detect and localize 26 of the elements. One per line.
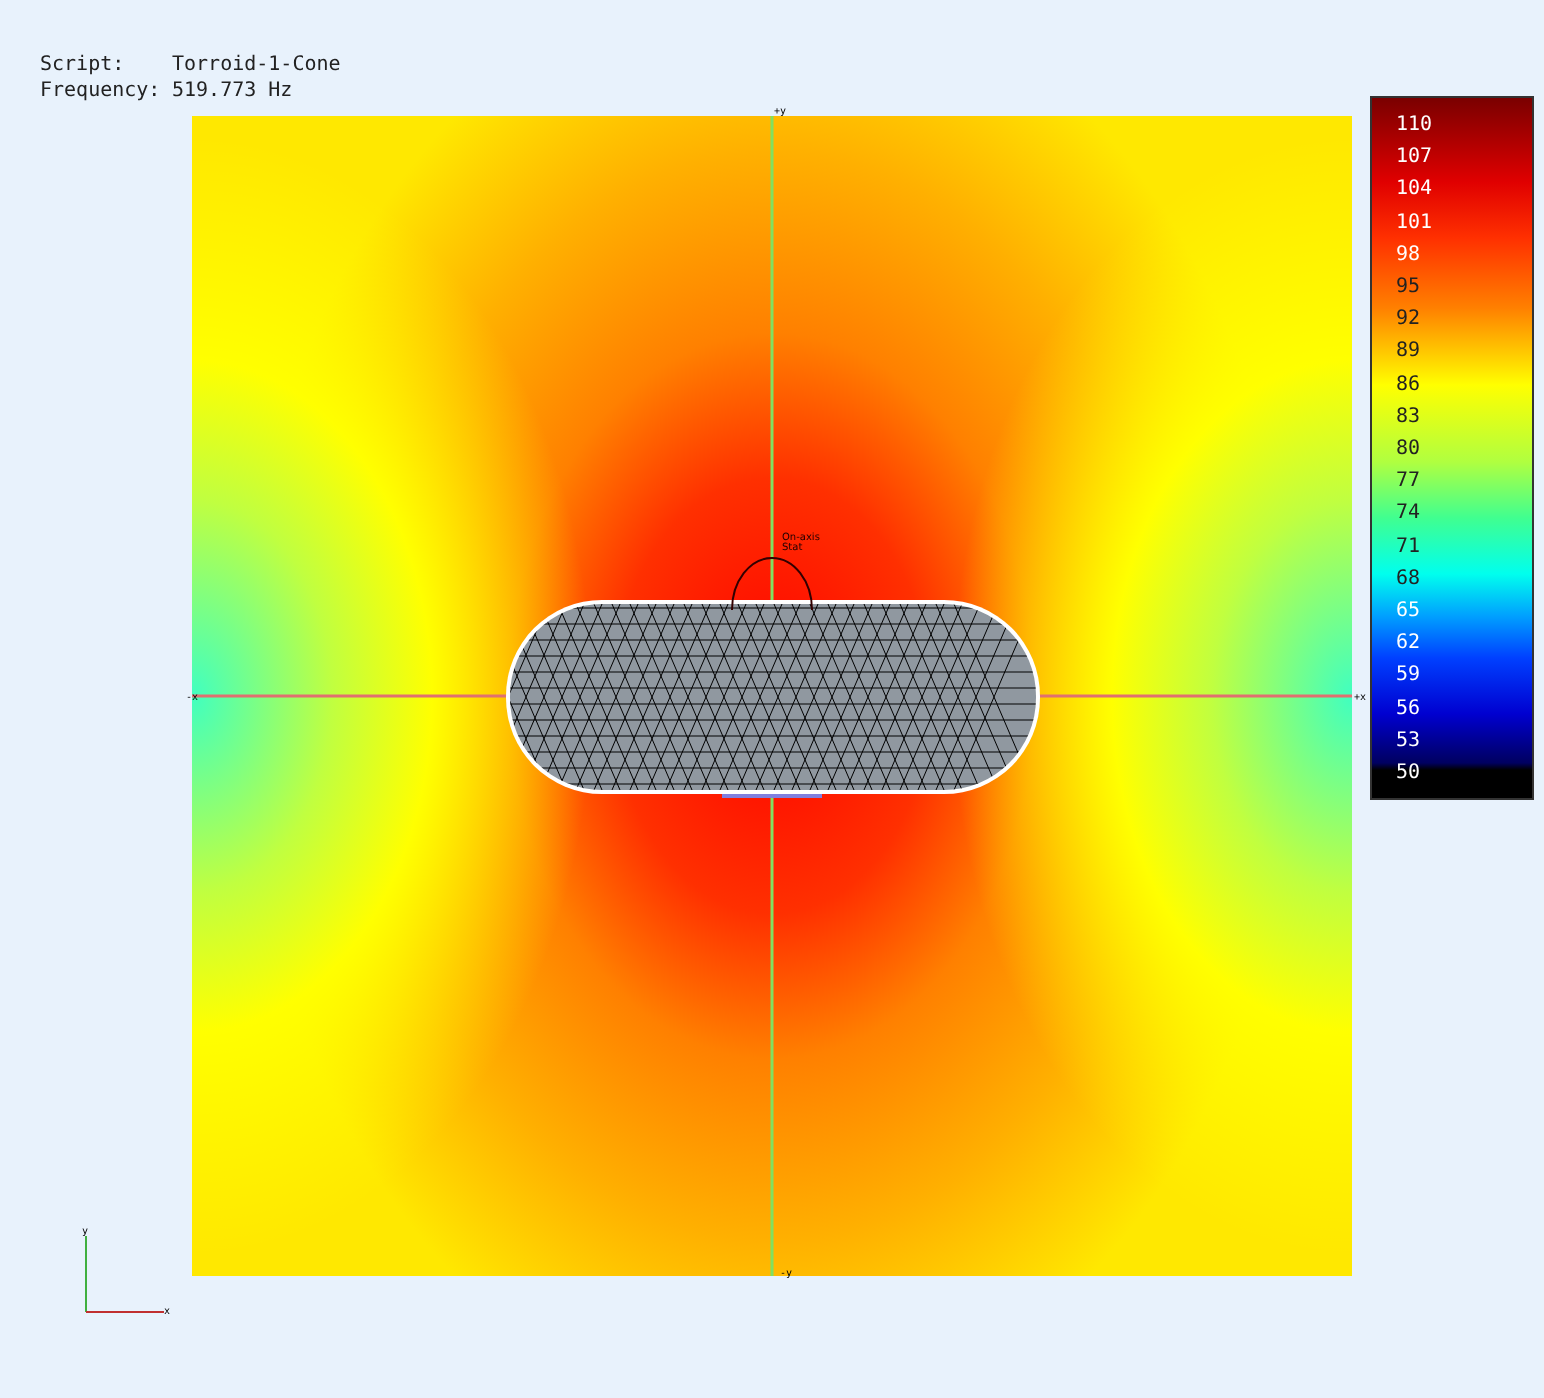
scale-label: 92	[1396, 306, 1423, 335]
scale-label: 89	[1396, 338, 1423, 367]
scale-label: 80	[1396, 436, 1423, 465]
scale-label: 62	[1396, 630, 1423, 659]
scale-label: 53	[1396, 727, 1423, 756]
info-value: 519.773 Hz	[172, 78, 295, 104]
scale-label: 101	[1396, 209, 1435, 238]
scale-label: 65	[1396, 598, 1423, 627]
scale-label: 77	[1396, 468, 1423, 497]
scale-label: 68	[1396, 565, 1423, 594]
scale-label: 50	[1396, 760, 1423, 789]
axis-triad-drawing	[85, 1235, 165, 1313]
scale-label: 107	[1396, 144, 1435, 173]
scale-label: 83	[1396, 403, 1423, 432]
scale-label: 86	[1396, 371, 1423, 400]
scale-label: 104	[1396, 176, 1435, 205]
scale-label: 74	[1396, 500, 1423, 529]
scale-label: 98	[1396, 241, 1423, 270]
scale-label: 59	[1396, 662, 1423, 691]
scale-label: 95	[1396, 274, 1423, 303]
scale-label: 110	[1396, 112, 1435, 140]
scale-label: 56	[1396, 695, 1423, 724]
scale-label: 71	[1396, 533, 1423, 562]
info-label: Frequency:	[40, 78, 163, 104]
info-value: Torroid-1-Cone	[172, 52, 341, 78]
info-label: Script:	[40, 52, 127, 78]
